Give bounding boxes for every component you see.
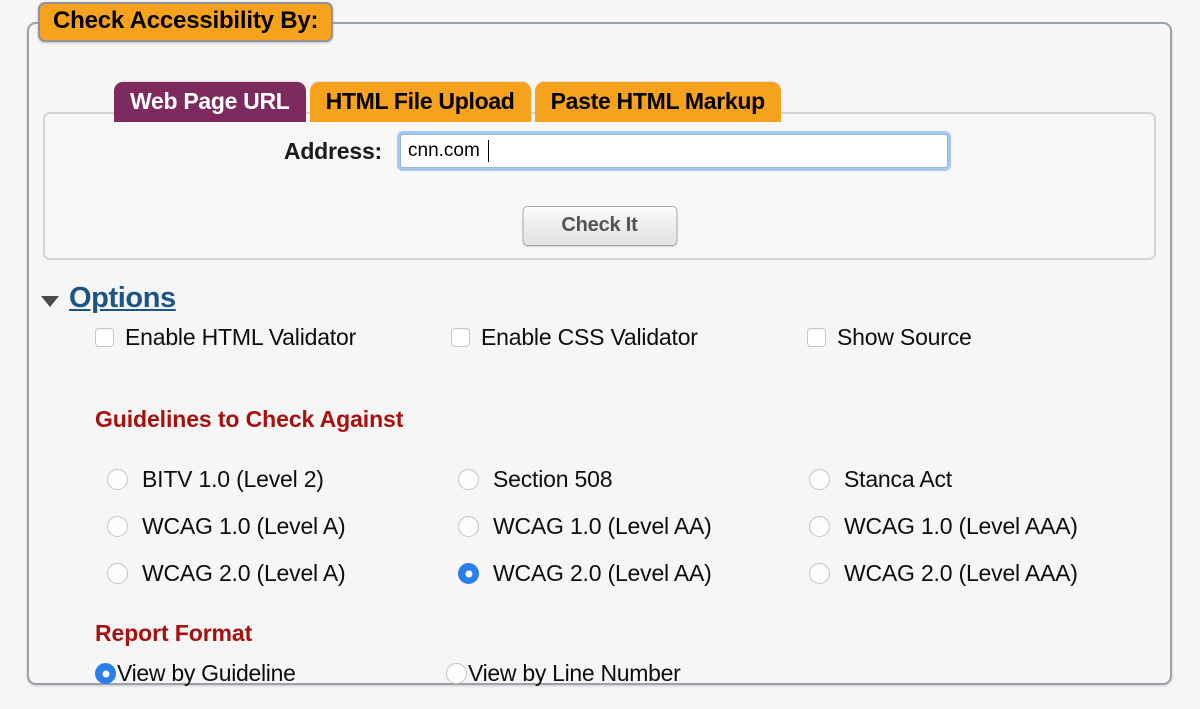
checkbox-show-source[interactable]: Show Source <box>807 324 972 351</box>
radio-label: WCAG 2.0 (Level A) <box>142 560 345 587</box>
checkbox-enable-html-validator[interactable]: Enable HTML Validator <box>95 324 451 351</box>
tab-paste-html-markup[interactable]: Paste HTML Markup <box>535 82 781 122</box>
chevron-down-icon <box>41 296 59 307</box>
radio-wcag-1-0-level-aaa[interactable]: WCAG 1.0 (Level AAA) <box>809 513 1078 540</box>
radio-icon[interactable] <box>107 516 128 537</box>
radio-label: Section 508 <box>493 466 612 493</box>
radio-icon[interactable] <box>107 563 128 584</box>
radio-label: WCAG 2.0 (Level AA) <box>493 560 712 587</box>
radio-icon[interactable] <box>458 516 479 537</box>
tab-web-page-url[interactable]: Web Page URL <box>114 82 306 122</box>
checkbox-icon[interactable] <box>807 328 826 347</box>
radio-view-by-guideline[interactable]: View by Guideline <box>95 660 446 687</box>
radio-bitv-1-0-level-2[interactable]: BITV 1.0 (Level 2) <box>107 466 458 493</box>
radio-wcag-2-0-level-aa[interactable]: WCAG 2.0 (Level AA) <box>458 560 809 587</box>
report-format-row: View by Guideline View by Line Number <box>95 660 681 687</box>
tab-html-file-upload[interactable]: HTML File Upload <box>310 82 531 122</box>
radio-wcag-2-0-level-a[interactable]: WCAG 2.0 (Level A) <box>107 560 458 587</box>
address-label: Address: <box>45 138 400 165</box>
radio-icon[interactable] <box>95 663 116 684</box>
page-title: Check Accessibility By: <box>38 2 333 42</box>
radio-label: View by Guideline <box>117 660 296 687</box>
address-input-wrap <box>400 134 948 168</box>
checkbox-label: Enable HTML Validator <box>125 324 356 351</box>
radio-view-by-line-number[interactable]: View by Line Number <box>446 660 681 687</box>
radio-icon[interactable] <box>458 563 479 584</box>
radio-label: WCAG 1.0 (Level AAA) <box>844 513 1078 540</box>
checkbox-icon[interactable] <box>95 328 114 347</box>
radio-label: WCAG 2.0 (Level AAA) <box>844 560 1078 587</box>
text-caret <box>488 140 489 162</box>
radio-label: WCAG 1.0 (Level AA) <box>493 513 712 540</box>
guidelines-radio-grid: BITV 1.0 (Level 2) Section 508 Stanca Ac… <box>107 456 1147 597</box>
checkbox-icon[interactable] <box>451 328 470 347</box>
radio-icon[interactable] <box>107 469 128 490</box>
guidelines-row: WCAG 1.0 (Level A) WCAG 1.0 (Level AA) W… <box>107 503 1147 550</box>
guidelines-heading: Guidelines to Check Against <box>95 406 403 433</box>
report-format-heading: Report Format <box>95 620 252 647</box>
radio-icon[interactable] <box>809 516 830 537</box>
accessibility-checker-fieldset: Check Accessibility By: Web Page URL HTM… <box>27 22 1172 685</box>
radio-section-508[interactable]: Section 508 <box>458 466 809 493</box>
check-it-button[interactable]: Check It <box>522 206 677 246</box>
radio-label: Stanca Act <box>844 466 952 493</box>
radio-stanca-act[interactable]: Stanca Act <box>809 466 952 493</box>
radio-wcag-1-0-level-aa[interactable]: WCAG 1.0 (Level AA) <box>458 513 809 540</box>
tab-strip: Web Page URL HTML File Upload Paste HTML… <box>114 82 781 122</box>
radio-icon[interactable] <box>809 563 830 584</box>
options-checkbox-row: Enable HTML Validator Enable CSS Validat… <box>95 324 1095 351</box>
radio-wcag-2-0-level-aaa[interactable]: WCAG 2.0 (Level AAA) <box>809 560 1078 587</box>
radio-icon[interactable] <box>458 469 479 490</box>
radio-label: BITV 1.0 (Level 2) <box>142 466 324 493</box>
options-disclosure[interactable]: Options <box>41 282 176 315</box>
address-row: Address: <box>45 134 1154 168</box>
radio-icon[interactable] <box>446 663 467 684</box>
radio-label: WCAG 1.0 (Level A) <box>142 513 345 540</box>
address-input[interactable] <box>400 134 948 168</box>
options-title: Options <box>69 282 176 315</box>
radio-icon[interactable] <box>809 469 830 490</box>
checkbox-label: Show Source <box>837 324 972 351</box>
radio-label: View by Line Number <box>468 660 681 687</box>
checkbox-enable-css-validator[interactable]: Enable CSS Validator <box>451 324 807 351</box>
guidelines-row: BITV 1.0 (Level 2) Section 508 Stanca Ac… <box>107 456 1147 503</box>
checkbox-label: Enable CSS Validator <box>481 324 698 351</box>
radio-wcag-1-0-level-a[interactable]: WCAG 1.0 (Level A) <box>107 513 458 540</box>
url-tab-panel: Address: Check It <box>43 112 1156 260</box>
guidelines-row: WCAG 2.0 (Level A) WCAG 2.0 (Level AA) W… <box>107 550 1147 597</box>
